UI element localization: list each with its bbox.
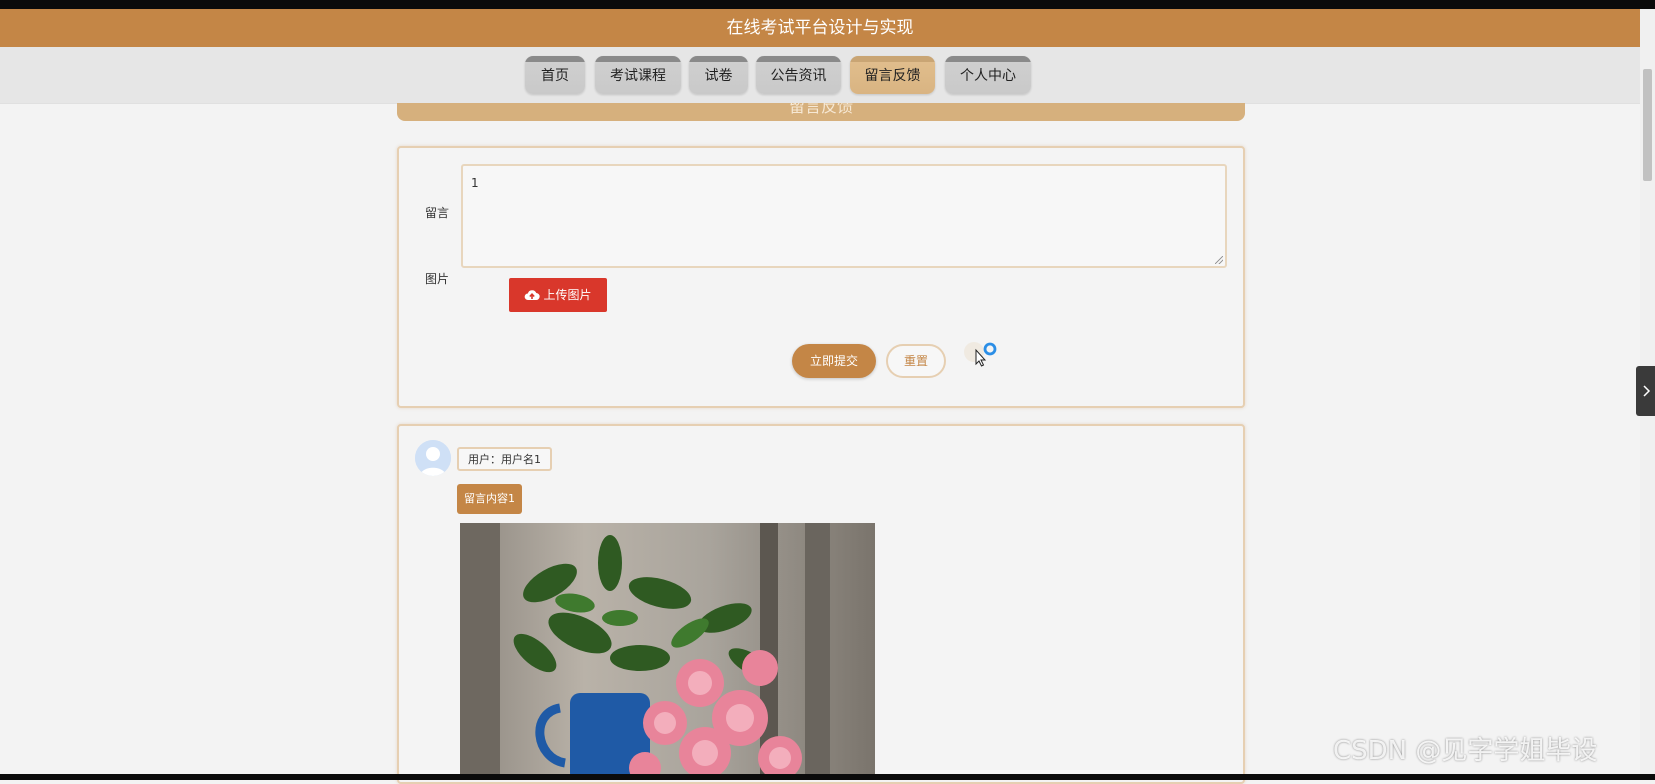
feedback-form: 留言 1 图片 上传图片 立即提交 重置 <box>397 146 1245 408</box>
chevron-right-icon <box>1643 385 1651 397</box>
scrollbar-thumb[interactable] <box>1643 69 1652 181</box>
avatar <box>415 440 451 476</box>
nav-personal-center[interactable]: 个人中心 <box>945 56 1031 94</box>
image-label: 图片 <box>425 272 450 286</box>
message-content: 留言内容1 <box>457 484 522 514</box>
user-avatar-icon <box>415 440 451 476</box>
window-top-bar <box>0 0 1655 9</box>
nav-home[interactable]: 首页 <box>525 56 585 94</box>
busy-cursor-icon <box>964 342 997 367</box>
message-image <box>460 523 875 778</box>
main-nav: 首页 考试课程 试卷 公告资讯 留言反馈 个人中心 <box>0 47 1640 104</box>
reset-button[interactable]: 重置 <box>886 344 946 378</box>
flower-vase-photo <box>460 523 875 778</box>
nav-exam-courses[interactable]: 考试课程 <box>595 56 681 94</box>
message-textarea[interactable]: 1 <box>461 164 1227 268</box>
upload-image-button[interactable]: 上传图片 <box>509 278 607 312</box>
nav-exam-papers[interactable]: 试卷 <box>689 56 748 94</box>
upload-image-label: 上传图片 <box>543 288 592 302</box>
message-list-item: 用户：用户名1 留言内容1 <box>397 424 1245 784</box>
nav-announcements[interactable]: 公告资讯 <box>756 56 841 94</box>
message-value: 1 <box>471 176 479 190</box>
submit-button[interactable]: 立即提交 <box>792 344 876 378</box>
message-label: 留言 <box>425 206 450 220</box>
watermark: CSDN @见字学姐毕设 <box>1333 736 1598 766</box>
side-panel-toggle[interactable] <box>1636 366 1655 416</box>
section-title: 留言反馈 <box>397 103 1245 121</box>
site-title: 在线考试平台设计与实现 <box>0 9 1640 47</box>
message-user: 用户：用户名1 <box>457 447 552 471</box>
nav-feedback[interactable]: 留言反馈 <box>850 56 935 94</box>
cloud-upload-icon <box>525 290 541 301</box>
window-bottom-bar <box>0 774 1655 780</box>
resize-grip-icon[interactable] <box>1215 256 1223 264</box>
